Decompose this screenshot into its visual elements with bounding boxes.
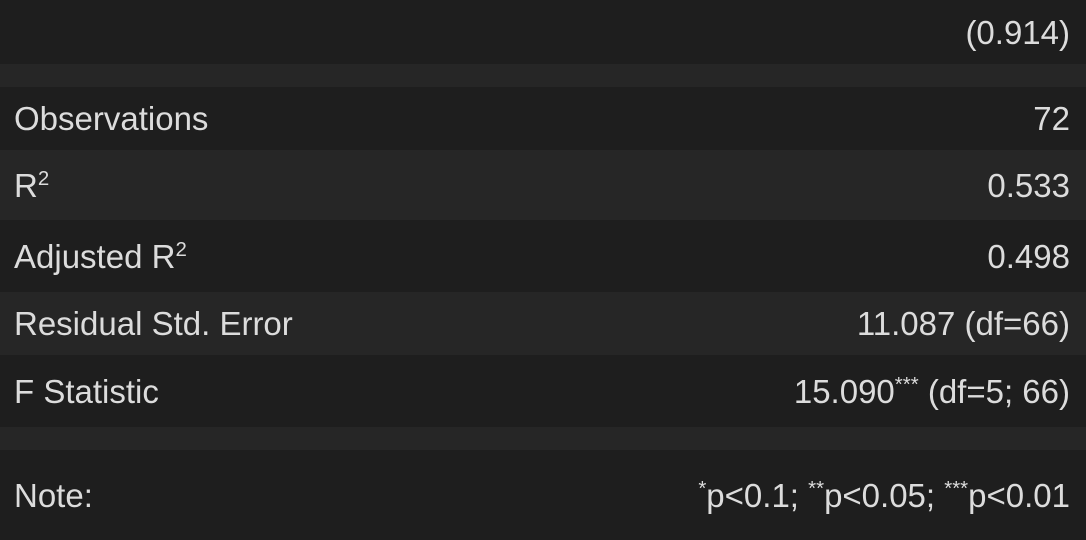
regression-stats-table: (0.914) Observations 72 R2 0.533 Adjuste… bbox=[0, 0, 1086, 540]
f-statistic-value: 15.090*** (df=5; 66) bbox=[793, 372, 1070, 410]
observations-row: Observations 72 bbox=[0, 87, 1086, 150]
note-row: Note: *p<0.1; **p<0.05; ***p<0.01 bbox=[0, 450, 1086, 540]
observations-label: Observations bbox=[14, 100, 209, 137]
section-divider bbox=[0, 64, 1086, 87]
r-squared-label: R2 bbox=[14, 166, 50, 204]
residual-std-error-value: 11.087 (df=66) bbox=[856, 305, 1070, 342]
note-value: *p<0.1; **p<0.05; ***p<0.01 bbox=[698, 476, 1070, 514]
adjusted-r-squared-label: Adjusted R2 bbox=[14, 237, 187, 275]
f-statistic-row: F Statistic 15.090*** (df=5; 66) bbox=[0, 355, 1086, 427]
coefficient-se-value: (0.914) bbox=[965, 13, 1070, 51]
note-label: Note: bbox=[14, 476, 93, 514]
r-squared-row: R2 0.533 bbox=[0, 150, 1086, 220]
residual-std-error-label: Residual Std. Error bbox=[14, 305, 293, 342]
adjusted-r-squared-row: Adjusted R2 0.498 bbox=[0, 220, 1086, 292]
residual-std-error-row: Residual Std. Error 11.087 (df=66) bbox=[0, 292, 1086, 355]
r-squared-value: 0.533 bbox=[987, 166, 1070, 204]
adjusted-r-squared-value: 0.498 bbox=[987, 237, 1070, 275]
significance-stars: *** bbox=[894, 373, 919, 397]
observations-value: 72 bbox=[1033, 100, 1070, 137]
f-statistic-label: F Statistic bbox=[14, 372, 159, 410]
section-divider bbox=[0, 427, 1086, 450]
coefficient-se-row: (0.914) bbox=[0, 0, 1086, 64]
